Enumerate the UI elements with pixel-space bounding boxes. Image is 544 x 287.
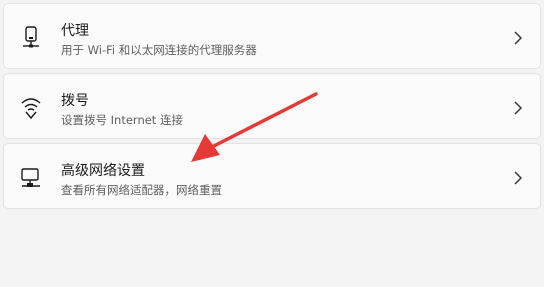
advanced-network-icon: [20, 166, 42, 190]
settings-row-proxy[interactable]: 代理 用于 Wi-Fi 和以太网连接的代理服务器: [3, 3, 541, 69]
chevron-right-icon: [512, 100, 524, 115]
settings-row-advanced-network[interactable]: 高级网络设置 查看所有网络适配器，网络重置: [3, 143, 541, 209]
settings-row-title: 代理: [61, 23, 89, 39]
settings-row-description: 查看所有网络适配器，网络重置: [61, 183, 222, 197]
settings-row-description: 设置拨号 Internet 连接: [61, 113, 183, 127]
settings-row-description: 用于 Wi-Fi 和以太网连接的代理服务器: [61, 43, 257, 57]
dial-up-icon: [20, 96, 42, 120]
chevron-right-icon: [512, 170, 524, 185]
proxy-icon: [20, 26, 42, 50]
settings-row-dial-up[interactable]: 拨号 设置拨号 Internet 连接: [3, 73, 541, 139]
chevron-right-icon: [512, 30, 524, 45]
settings-row-title: 拨号: [61, 93, 89, 109]
settings-row-title: 高级网络设置: [61, 163, 145, 179]
network-settings-list: 代理 用于 Wi-Fi 和以太网连接的代理服务器 拨号 设置拨号 Interne…: [3, 3, 541, 213]
